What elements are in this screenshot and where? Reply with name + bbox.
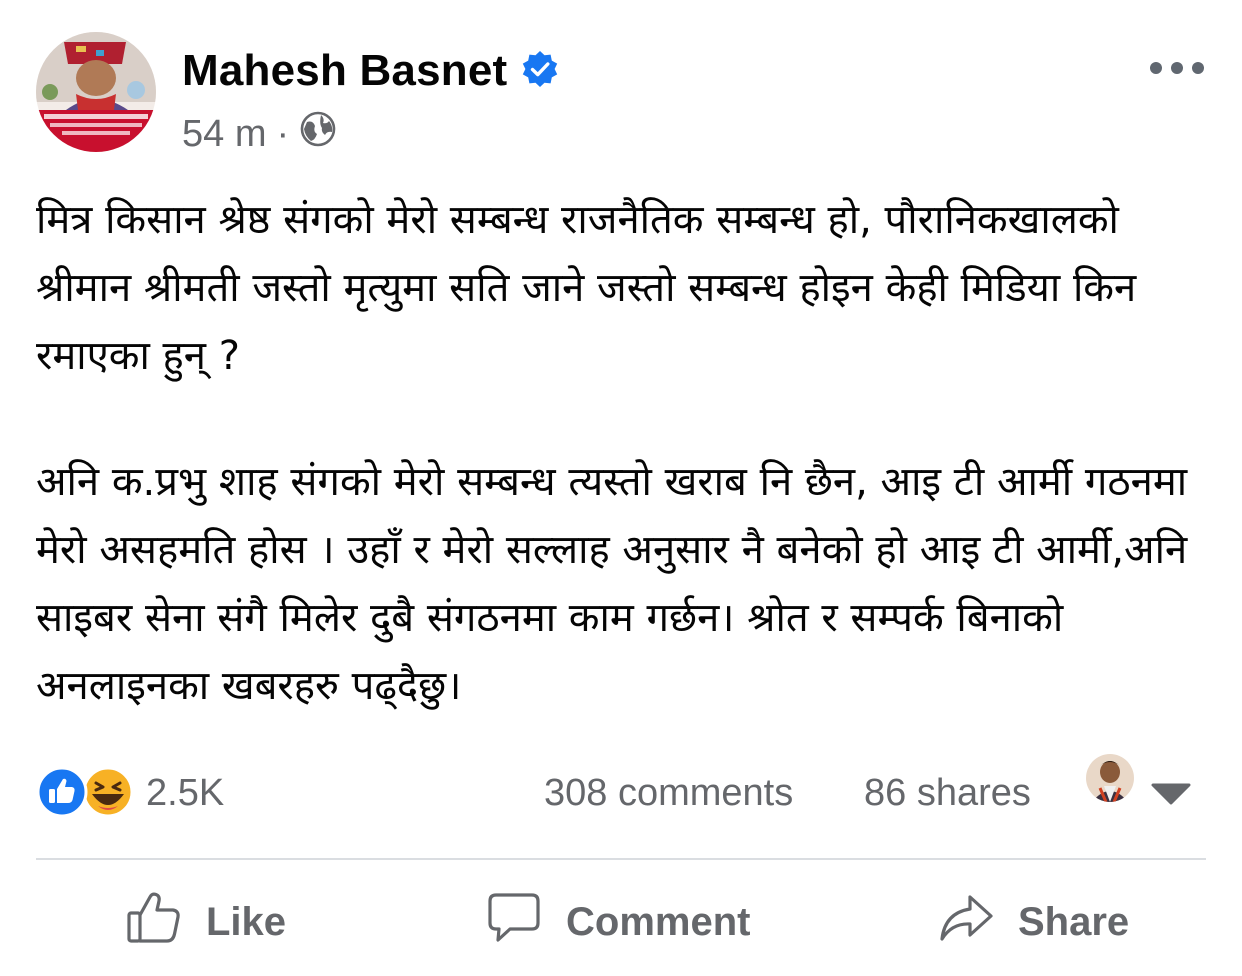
author-row: Mahesh Basnet (182, 46, 559, 96)
post-paragraph: अनि क.प्रभु शाह संगको मेरो सम्बन्ध त्यस्… (36, 459, 1188, 709)
facebook-post: Mahesh Basnet 54 m · मित्र किसान श्रेष्ठ… (0, 0, 1242, 976)
haha-reaction-icon (82, 766, 134, 818)
verified-badge-icon (521, 50, 559, 92)
post-timestamp[interactable]: 54 m (182, 113, 266, 156)
post-meta: 54 m · (182, 110, 337, 158)
post-stats: 2.5K 308 comments 86 shares (36, 754, 1206, 824)
reaction-icons[interactable] (36, 766, 136, 818)
comment-label: Comment (566, 899, 751, 944)
reaction-count[interactable]: 2.5K (146, 772, 224, 815)
comment-button[interactable]: Comment (486, 886, 750, 958)
share-label: Share (1018, 899, 1130, 944)
viewer-avatar[interactable] (1086, 754, 1134, 802)
comment-bubble-icon (486, 889, 542, 955)
divider (36, 858, 1206, 860)
like-button[interactable]: Like (126, 886, 286, 958)
thumbs-up-icon (126, 889, 182, 955)
chevron-down-icon[interactable] (1150, 782, 1192, 810)
globe-icon[interactable] (299, 110, 337, 158)
like-label: Like (206, 899, 287, 944)
author-avatar[interactable] (36, 32, 156, 152)
author-name[interactable]: Mahesh Basnet (182, 46, 507, 96)
share-button[interactable]: Share (938, 886, 1129, 958)
post-paragraph: मित्र किसान श्रेष्ठ संगको मेरो सम्बन्ध र… (36, 197, 1137, 379)
comments-count[interactable]: 308 comments (544, 772, 793, 815)
like-reaction-icon (36, 766, 88, 818)
shares-count[interactable]: 86 shares (864, 772, 1031, 815)
post-text: मित्र किसान श्रेष्ठ संगको मेरो सम्बन्ध र… (36, 186, 1211, 720)
more-options-icon[interactable] (1150, 56, 1204, 80)
share-arrow-icon (938, 889, 994, 955)
meta-separator: · (276, 112, 290, 155)
